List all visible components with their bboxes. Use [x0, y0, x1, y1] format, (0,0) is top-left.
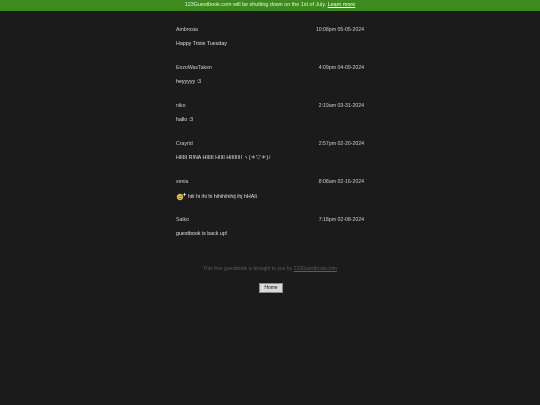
entry-header: Ambrosia 10:08pm 05-05-2024: [176, 26, 364, 34]
home-button[interactable]: Home: [259, 283, 283, 293]
entry-header: Saiko 7:18pm 02-08-2024: [176, 216, 364, 224]
guestbook-entry: EnzoWasTaken 4:09pm 04-09-2024 heyyyyy :…: [176, 64, 364, 102]
entry-author: Ambrosia: [176, 27, 198, 33]
sparkle-emoji-icon: [176, 192, 187, 201]
entry-message: hiii hi ihi hi hihihihihij ihj hHAIi: [176, 192, 364, 201]
guestbook-entry: xenia 8:08am 02-16-2024 hiii hi ihi hi h…: [176, 178, 364, 216]
guestbook-entry: niko 2:19am 03-31-2024 hallo :3: [176, 102, 364, 140]
entry-message: heyyyyy :3: [176, 78, 364, 86]
entry-author: niko: [176, 103, 186, 109]
entry-message-text: Happy Trixie Tuesday: [176, 41, 227, 47]
learn-more-link[interactable]: Learn more: [328, 2, 356, 8]
entry-message: Happy Trixie Tuesday: [176, 40, 364, 48]
entry-timestamp: 4:09pm 04-09-2024: [318, 65, 364, 71]
entry-author: Crayrid: [176, 141, 193, 147]
entry-timestamp: 2:57pm 02-20-2024: [318, 141, 364, 147]
entry-header: niko 2:19am 03-31-2024: [176, 102, 364, 110]
powered-by-note: This free guestbook is brought to you by…: [0, 266, 540, 272]
entry-timestamp: 7:18pm 02-08-2024: [318, 217, 364, 223]
entry-header: EnzoWasTaken 4:09pm 04-09-2024: [176, 64, 364, 72]
powered-by-text: This free guestbook is brought to you by: [203, 266, 293, 272]
guestbook-entry: Ambrosia 10:08pm 05-05-2024 Happy Trixie…: [176, 26, 364, 64]
entry-timestamp: 10:08pm 05-05-2024: [315, 27, 364, 33]
entry-header: xenia 8:08am 02-16-2024: [176, 178, 364, 186]
entry-timestamp: 2:19am 03-31-2024: [318, 103, 364, 109]
guestbook-entry: Crayrid 2:57pm 02-20-2024 HIIIII RINA HI…: [176, 140, 364, 178]
entry-message-text: hiii hi ihi hi hihihihihij ihj hHAIi: [188, 193, 257, 200]
entry-message-text: HIIIII RINA HIIIII HIIII HIIIIIIII ヽ(＊▽＊…: [176, 155, 271, 161]
entry-author: xenia: [176, 179, 189, 185]
entry-message-text: guestbook is back up!: [176, 231, 228, 237]
guestbook-entry: Saiko 7:18pm 02-08-2024 guestbook is bac…: [176, 216, 364, 254]
entry-message: hallo :3: [176, 116, 364, 124]
entry-message-text: heyyyyy :3: [176, 79, 202, 85]
entry-author: EnzoWasTaken: [176, 65, 212, 71]
powered-by-link[interactable]: 123Guestbook.com: [293, 266, 336, 272]
guestbook-entries: Ambrosia 10:08pm 05-05-2024 Happy Trixie…: [176, 26, 364, 254]
entry-author: Saiko: [176, 217, 189, 223]
banner-text: 123Guestbook.com will be shutting down o…: [184, 2, 327, 8]
guestbook-page: Ambrosia 10:08pm 05-05-2024 Happy Trixie…: [0, 11, 540, 405]
entry-message: guestbook is back up!: [176, 230, 364, 238]
entry-header: Crayrid 2:57pm 02-20-2024: [176, 140, 364, 148]
shutdown-banner: 123Guestbook.com will be shutting down o…: [0, 0, 540, 11]
entry-timestamp: 8:08am 02-16-2024: [318, 179, 364, 185]
entry-message-text: hallo :3: [176, 117, 194, 123]
entry-message: HIIIII RINA HIIIII HIIII HIIIIIIII ヽ(＊▽＊…: [176, 154, 364, 162]
